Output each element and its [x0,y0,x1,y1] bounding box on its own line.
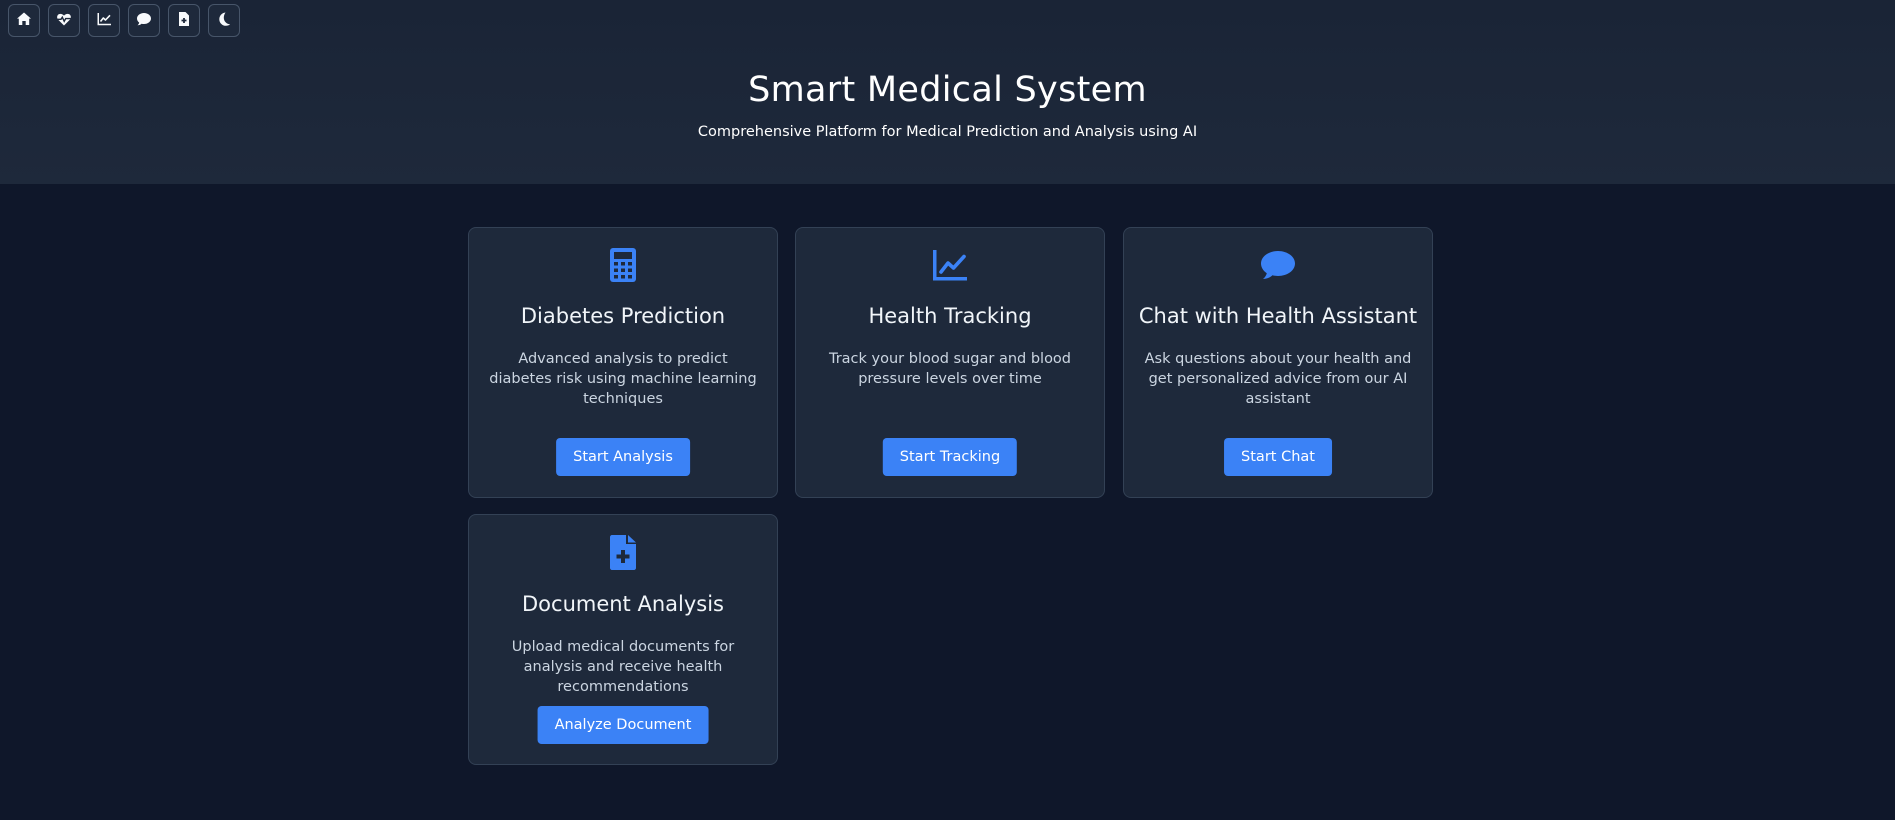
card-description: Advanced analysis to predict diabetes ri… [489,351,757,407]
card-title: Document Analysis [522,592,724,616]
home-button[interactable] [8,4,40,37]
tracking-button[interactable] [88,4,120,37]
comment-icon [136,11,152,31]
moon-icon [216,11,232,31]
card-health-tracking: Health Tracking Track your blood sugar a… [795,227,1105,498]
health-button[interactable] [48,4,80,37]
page-subtitle: Comprehensive Platform for Medical Predi… [697,124,1198,140]
calculator-icon [610,248,636,282]
card-chat-assistant: Chat with Health Assistant Ask questions… [1123,227,1433,498]
home-icon [16,11,32,31]
card-description: Track your blood sugar and blood pressur… [828,351,1072,387]
theme-toggle-button[interactable] [208,4,240,37]
comment-icon [1260,248,1296,282]
page-title: Smart Medical System [748,70,1147,110]
file-medical-icon [176,11,192,31]
chat-button[interactable] [128,4,160,37]
card-description: Upload medical documents for analysis an… [511,639,735,695]
start-analysis-button[interactable]: Start Analysis [556,438,690,476]
card-description: Ask questions about your health and get … [1144,351,1412,407]
card-diabetes-prediction: Diabetes Prediction Advanced analysis to… [468,227,778,498]
heart-pulse-icon [56,11,72,31]
document-button[interactable] [168,4,200,37]
start-tracking-button[interactable]: Start Tracking [882,438,1018,476]
card-title: Diabetes Prediction [520,304,726,328]
card-title: Health Tracking [868,304,1032,328]
file-medical-icon [610,535,636,570]
card-document-analysis: Document Analysis Upload medical documen… [468,514,778,765]
chart-line-icon [96,11,112,31]
card-title: Chat with Health Assistant [1138,304,1418,328]
chart-line-icon [933,248,967,282]
start-chat-button[interactable]: Start Chat [1224,438,1332,476]
top-nav [8,4,240,37]
analyze-document-button[interactable]: Analyze Document [537,706,709,744]
